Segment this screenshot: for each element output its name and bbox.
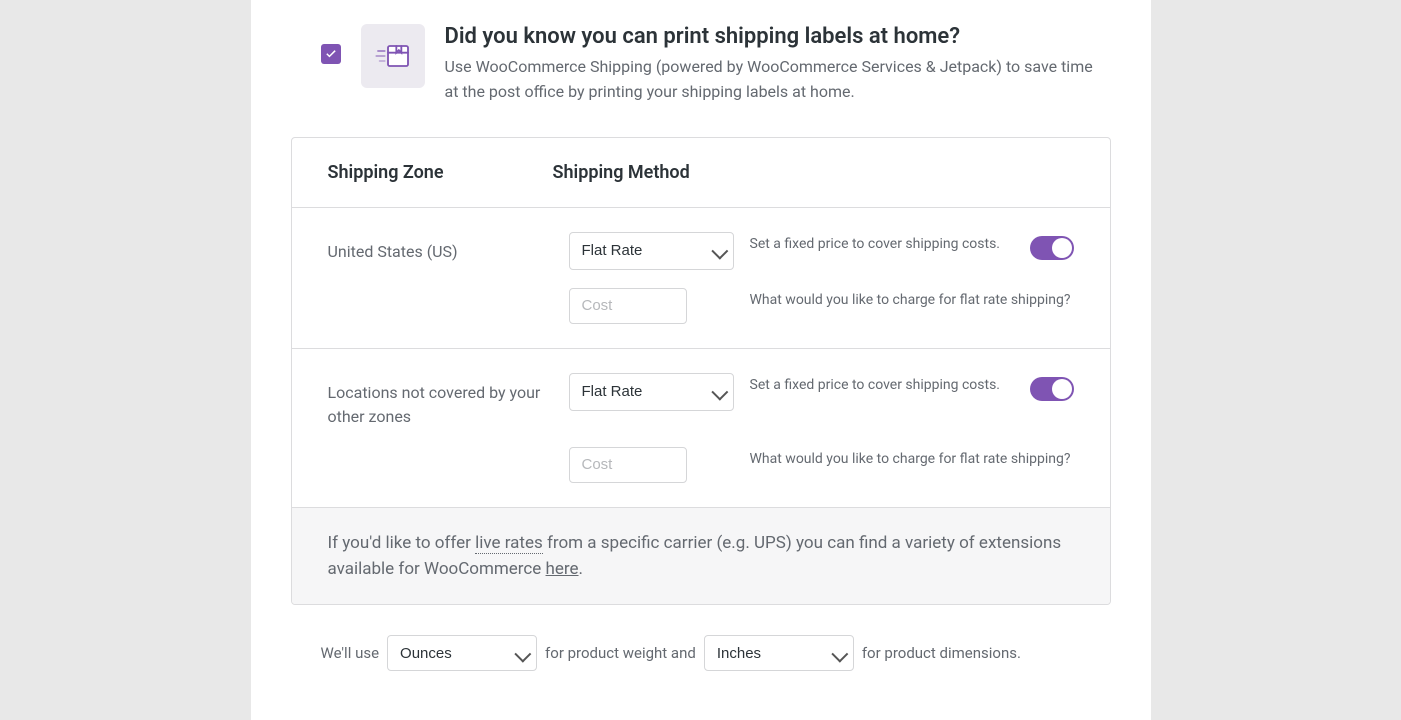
- zone-row: United States (US) Flat Rate Set a fixed…: [292, 207, 1110, 348]
- shipping-method-select[interactable]: Flat Rate: [569, 232, 734, 270]
- shipping-method-select[interactable]: Flat Rate: [569, 373, 734, 411]
- units-row: We'll use Ounces for product weight and …: [291, 635, 1111, 671]
- header-zone: Shipping Zone: [328, 162, 553, 183]
- live-rates-note: If you'd like to offer live rates from a…: [292, 507, 1110, 605]
- live-rates-term: live rates: [475, 533, 543, 554]
- banner-body: Use WooCommerce Shipping (powered by Woo…: [445, 55, 1111, 105]
- zone-name: Locations not covered by your other zone…: [328, 373, 553, 429]
- check-icon: [324, 47, 338, 61]
- units-mid: for product weight and: [545, 644, 696, 662]
- zone-row: Locations not covered by your other zone…: [292, 348, 1110, 507]
- cost-input[interactable]: [569, 447, 687, 483]
- cost-help: What would you like to charge for flat r…: [750, 288, 1074, 311]
- weight-unit-select[interactable]: Ounces: [387, 635, 537, 671]
- zone-name: United States (US): [328, 232, 553, 264]
- banner-title: Did you know you can print shipping labe…: [445, 24, 1111, 49]
- header-method: Shipping Method: [553, 162, 1074, 183]
- method-help: Set a fixed price to cover shipping cost…: [750, 232, 1010, 255]
- dimension-unit-select-input[interactable]: Inches: [704, 635, 854, 671]
- dimension-unit-select[interactable]: Inches: [704, 635, 854, 671]
- shipping-method-select-input[interactable]: Flat Rate: [569, 232, 734, 270]
- cost-help: What would you like to charge for flat r…: [750, 447, 1074, 470]
- method-help: Set a fixed price to cover shipping cost…: [750, 373, 1010, 396]
- units-post: for product dimensions.: [862, 644, 1021, 662]
- cost-input[interactable]: [569, 288, 687, 324]
- weight-unit-select-input[interactable]: Ounces: [387, 635, 537, 671]
- zone-toggle[interactable]: [1030, 236, 1074, 260]
- zone-toggle[interactable]: [1030, 377, 1074, 401]
- shipping-panel: Shipping Zone Shipping Method United Sta…: [291, 137, 1111, 606]
- extensions-link[interactable]: here: [546, 559, 579, 579]
- shipping-method-select-input[interactable]: Flat Rate: [569, 373, 734, 411]
- units-pre: We'll use: [321, 644, 380, 662]
- shipping-box-icon: [361, 24, 425, 88]
- print-labels-checkbox[interactable]: [321, 44, 341, 64]
